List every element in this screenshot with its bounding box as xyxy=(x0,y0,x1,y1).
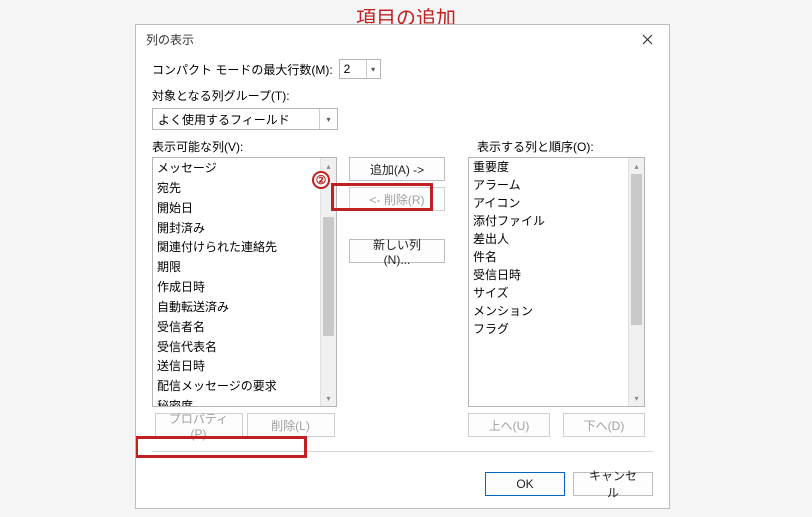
list-item[interactable]: アイコン xyxy=(469,194,628,212)
scrollbar[interactable]: ▴ ▾ xyxy=(320,158,336,406)
show-columns-dialog: 列の表示 コンパクト モードの最大行数(M): ▾ 対象となる列グループ(T):… xyxy=(135,24,670,509)
remove-column-button[interactable]: <- 削除(R) xyxy=(349,187,445,211)
close-icon xyxy=(642,34,653,45)
ok-button[interactable]: OK xyxy=(485,472,565,496)
chevron-down-icon[interactable]: ▾ xyxy=(319,109,337,129)
list-item[interactable]: サイズ xyxy=(469,284,628,302)
scroll-thumb[interactable] xyxy=(323,217,334,336)
list-item[interactable]: 件名 xyxy=(469,248,628,266)
available-columns-label: 表示可能な列(V): xyxy=(152,138,347,155)
chevron-down-icon[interactable]: ▾ xyxy=(366,60,380,78)
group-label: 対象となる列グループ(T): xyxy=(152,87,290,104)
new-column-button[interactable]: 新しい列(N)... xyxy=(349,239,445,263)
list-item[interactable]: 開封済み xyxy=(153,218,320,238)
scroll-up-icon[interactable]: ▴ xyxy=(629,158,644,174)
annotation-badge-2: ② xyxy=(312,171,330,189)
list-item[interactable]: フラグ xyxy=(469,320,628,338)
move-up-button[interactable]: 上へ(U) xyxy=(468,413,550,437)
column-group-value: よく使用するフィールド xyxy=(153,111,319,128)
close-button[interactable] xyxy=(631,28,663,50)
delete-column-button[interactable]: 削除(L) xyxy=(247,413,335,437)
scrollbar[interactable]: ▴ ▾ xyxy=(628,158,644,406)
list-item[interactable]: 添付ファイル xyxy=(469,212,628,230)
dialog-title: 列の表示 xyxy=(146,31,631,48)
shown-columns-list[interactable]: 重要度アラームアイコン添付ファイル差出人件名受信日時サイズメンションフラグ ▴ … xyxy=(468,157,645,407)
move-down-button[interactable]: 下へ(D) xyxy=(563,413,645,437)
column-group-combo[interactable]: よく使用するフィールド ▾ xyxy=(152,108,338,130)
list-item[interactable]: アラーム xyxy=(469,176,628,194)
list-item[interactable]: 受信代表名 xyxy=(153,337,320,357)
add-column-button[interactable]: 追加(A) -> xyxy=(349,157,445,181)
list-item[interactable]: 宛先 xyxy=(153,178,320,198)
scroll-down-icon[interactable]: ▾ xyxy=(321,390,336,406)
max-rows-spinner[interactable]: ▾ xyxy=(339,59,381,79)
list-item[interactable]: 差出人 xyxy=(469,230,628,248)
list-item[interactable]: 送信日時 xyxy=(153,356,320,376)
list-item[interactable]: メッセージ xyxy=(153,158,320,178)
list-item[interactable]: 重要度 xyxy=(469,158,628,176)
cancel-button[interactable]: キャンセル xyxy=(573,472,653,496)
list-item[interactable]: 期限 xyxy=(153,257,320,277)
scroll-down-icon[interactable]: ▾ xyxy=(629,390,644,406)
list-item[interactable]: 受信者名 xyxy=(153,317,320,337)
available-columns-list[interactable]: メッセージ宛先開始日開封済み関連付けられた連絡先期限作成日時自動転送済み受信者名… xyxy=(152,157,337,407)
properties-button[interactable]: プロパティ(P) xyxy=(155,413,243,437)
list-item[interactable]: 配信メッセージの要求 xyxy=(153,376,320,396)
list-item[interactable]: 作成日時 xyxy=(153,277,320,297)
list-item[interactable]: 関連付けられた連絡先 xyxy=(153,237,320,257)
scroll-thumb[interactable] xyxy=(631,174,642,325)
max-rows-label: コンパクト モードの最大行数(M): xyxy=(152,61,333,78)
max-rows-input[interactable] xyxy=(340,60,366,78)
shown-columns-label: 表示する列と順序(O): xyxy=(477,138,594,155)
title-bar: 列の表示 xyxy=(136,25,669,53)
list-item[interactable]: メンション xyxy=(469,302,628,320)
list-item[interactable]: 開始日 xyxy=(153,198,320,218)
list-item[interactable]: 受信日時 xyxy=(469,266,628,284)
list-item[interactable]: 秘密度 xyxy=(153,396,320,406)
divider xyxy=(152,451,653,452)
list-item[interactable]: 自動転送済み xyxy=(153,297,320,317)
